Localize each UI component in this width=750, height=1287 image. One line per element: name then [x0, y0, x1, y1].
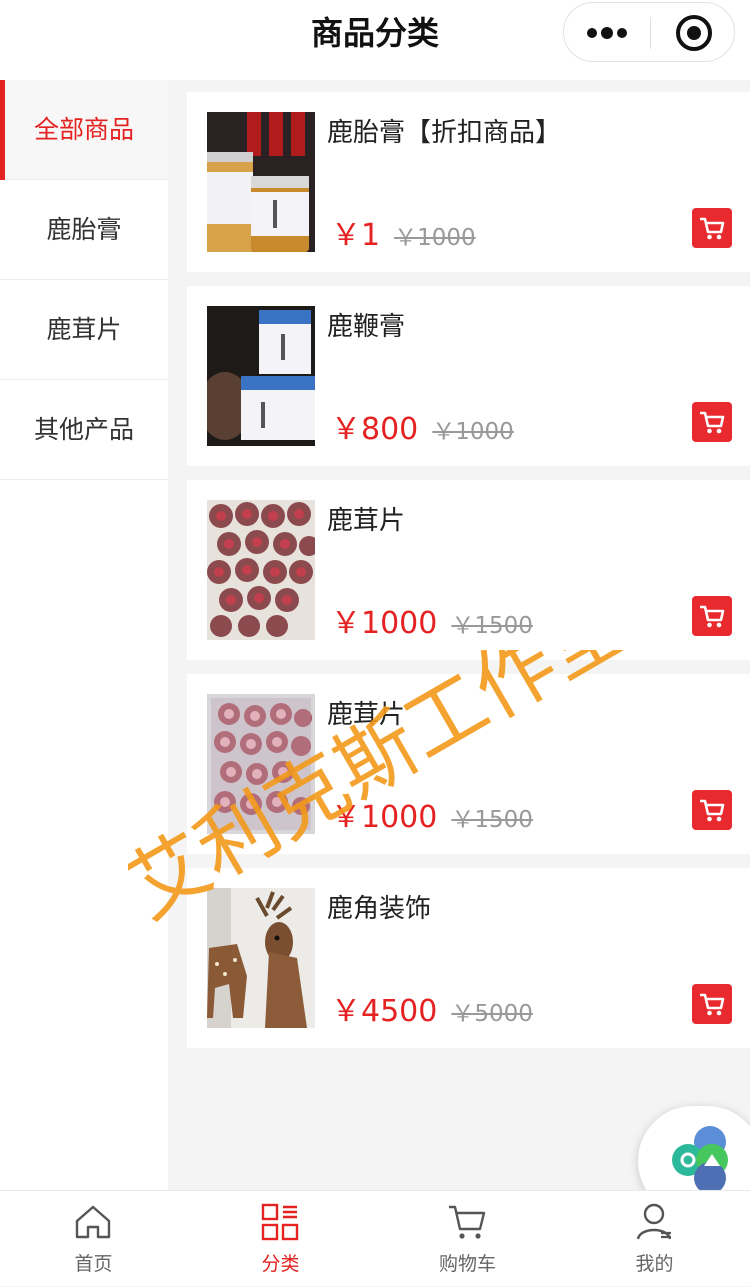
product-card[interactable]: 鹿鞭膏 ￥800 ￥1000 — [187, 286, 750, 466]
product-image[interactable] — [207, 500, 315, 640]
product-price-row: ￥800 ￥1000 — [331, 404, 514, 448]
navigation-bar: 商品分类 — [0, 0, 750, 80]
product-price: ￥4500 — [331, 994, 438, 1029]
tab-mine[interactable]: 我的 — [561, 1191, 748, 1287]
user-icon — [636, 1203, 672, 1240]
sidebar-item-other-products[interactable]: 其他产品 — [0, 380, 168, 480]
product-price-row: ￥4500 ￥5000 — [331, 986, 533, 1030]
tab-label: 购物车 — [438, 1253, 496, 1275]
tab-cart[interactable]: 购物车 — [374, 1191, 561, 1287]
sidebar-item-label: 鹿胎膏 — [46, 215, 122, 244]
product-card[interactable]: 鹿胎膏【折扣商品】 ￥1 ￥1000 — [187, 92, 750, 272]
mini-program-capsule — [563, 2, 735, 62]
tab-home[interactable]: 首页 — [0, 1191, 187, 1287]
product-title: 鹿鞭膏 — [327, 312, 406, 342]
cart-icon — [700, 799, 725, 822]
capsule-divider — [650, 17, 651, 49]
product-title: 鹿茸片 — [327, 700, 406, 730]
product-card[interactable]: 鹿茸片 ￥1000 ￥1500 — [187, 674, 750, 854]
cart-icon — [700, 993, 725, 1016]
product-list: 鹿胎膏【折扣商品】 ￥1 ￥1000 鹿鞭膏 ￥800 ￥1000 鹿茸片 ￥1… — [187, 92, 750, 1062]
product-card[interactable]: 鹿角装饰 ￥4500 ￥5000 — [187, 868, 750, 1048]
add-to-cart-button[interactable] — [692, 402, 732, 442]
product-original-price: ￥1500 — [451, 613, 533, 639]
product-price: ￥1000 — [331, 800, 438, 835]
product-original-price: ￥1000 — [432, 419, 514, 445]
add-to-cart-button[interactable] — [692, 984, 732, 1024]
close-target-icon[interactable] — [674, 13, 714, 53]
product-image[interactable] — [207, 306, 315, 446]
product-original-price: ￥5000 — [451, 1001, 533, 1027]
product-price-row: ￥1000 ￥1500 — [331, 792, 533, 836]
tab-label: 分类 — [261, 1253, 300, 1275]
product-original-price: ￥1000 — [394, 225, 476, 251]
bottom-tab-bar: 首页 分类 购物车 我的 — [0, 1190, 750, 1286]
cart-icon — [700, 217, 725, 240]
tab-label: 首页 — [74, 1253, 113, 1275]
category-sidebar: 全部商品 鹿胎膏 鹿茸片 其他产品 — [0, 80, 168, 1190]
product-card[interactable]: 鹿茸片 ￥1000 ￥1500 — [187, 480, 750, 660]
product-title: 鹿胎膏【折扣商品】 — [327, 118, 562, 148]
home-icon — [75, 1205, 111, 1239]
product-original-price: ￥1500 — [451, 807, 533, 833]
sidebar-item-label: 全部商品 — [33, 115, 134, 144]
product-price: ￥1 — [331, 218, 381, 253]
category-grid-icon — [261, 1203, 299, 1241]
cart-icon — [700, 605, 725, 628]
add-to-cart-button[interactable] — [692, 208, 732, 248]
product-price-row: ￥1 ￥1000 — [331, 210, 476, 254]
product-title: 鹿角装饰 — [327, 894, 432, 924]
sidebar-item-antler-slices[interactable]: 鹿茸片 — [0, 280, 168, 380]
add-to-cart-button[interactable] — [692, 596, 732, 636]
sidebar-item-label: 其他产品 — [33, 415, 134, 444]
sidebar-item-deer-placenta[interactable]: 鹿胎膏 — [0, 180, 168, 280]
tab-label: 我的 — [635, 1253, 674, 1275]
product-price: ￥1000 — [331, 606, 438, 641]
add-to-cart-button[interactable] — [692, 790, 732, 830]
product-image[interactable] — [207, 888, 315, 1028]
cart-icon — [700, 411, 725, 434]
cart-icon — [449, 1205, 486, 1239]
product-price: ￥800 — [331, 412, 419, 447]
tab-category[interactable]: 分类 — [187, 1191, 374, 1287]
sidebar-item-label: 鹿茸片 — [46, 315, 122, 344]
product-title: 鹿茸片 — [327, 506, 406, 536]
sidebar-item-all-products[interactable]: 全部商品 — [0, 80, 168, 180]
more-dots-icon[interactable] — [586, 23, 628, 43]
product-price-row: ￥1000 ￥1500 — [331, 598, 533, 642]
product-image[interactable] — [207, 694, 315, 834]
product-image[interactable] — [207, 112, 315, 252]
